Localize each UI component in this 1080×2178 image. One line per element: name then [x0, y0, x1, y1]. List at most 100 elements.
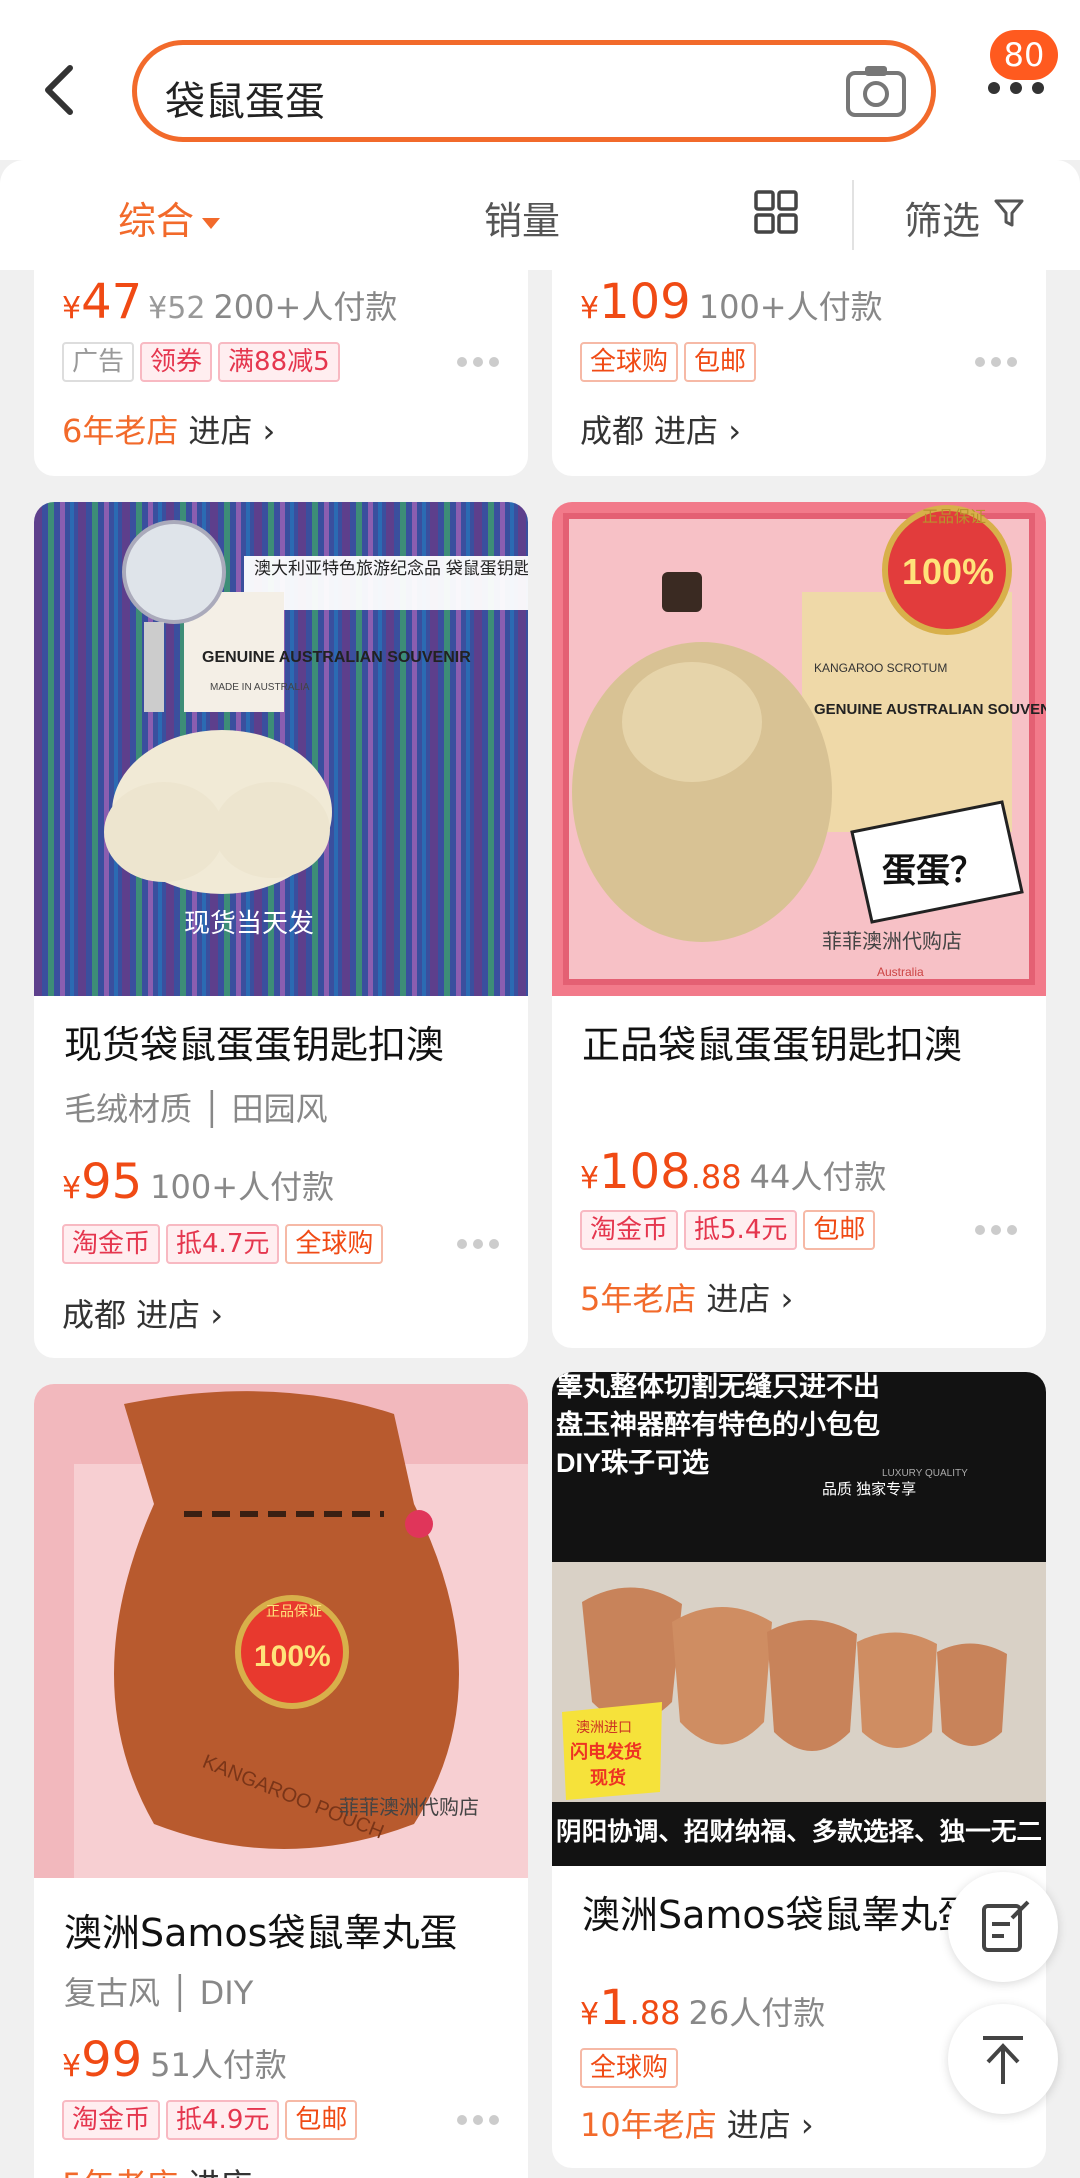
image-quality-en: LUXURY QUALITY	[882, 1468, 968, 1479]
shop-age: 5年老店	[580, 1280, 697, 1318]
price-decimal: .88	[629, 1994, 681, 2032]
shop-name: 成都	[580, 412, 645, 450]
sales-count: 51人付款	[150, 2046, 287, 2084]
product-attributes: 复古风 │ DIY	[64, 1974, 254, 2012]
filter-funnel-icon[interactable]	[994, 198, 1024, 228]
free-shipping-tag: 包邮	[803, 1210, 876, 1250]
image-tag-label-1: KANGAROO SCROTUM	[814, 661, 947, 675]
shop-row[interactable]: 5年老店进店 ›	[580, 1274, 793, 1320]
product-title[interactable]: 澳洲Samos袋鼠睾丸蛋	[582, 1884, 975, 1939]
image-label-1: GENUINE AUSTRALIAN SOUVENIR	[202, 649, 471, 666]
edit-note-icon	[982, 1900, 1030, 1952]
image-badge-1: 澳洲进口	[576, 1719, 632, 1735]
image-seal-top: 正品保证	[922, 508, 986, 526]
more-dots-icon[interactable]	[974, 356, 1018, 368]
more-options-icon[interactable]	[986, 78, 1046, 98]
sales-count: 26人付款	[688, 1994, 826, 2032]
deduct-tag: 抵4.9元	[166, 2100, 280, 2140]
product-title[interactable]: 澳洲Samos袋鼠睾丸蛋	[64, 1902, 457, 1957]
enter-shop-link[interactable]: 进店 ›	[654, 412, 741, 450]
product-title[interactable]: 现货袋鼠蛋蛋钥匙扣澳	[64, 1014, 444, 1069]
free-shipping-tag: 包邮	[684, 342, 757, 382]
image-logo-text: Australia	[877, 965, 924, 979]
enter-shop-link[interactable]: 进店 ›	[188, 412, 275, 450]
free-shipping-tag: 包邮	[285, 2100, 358, 2140]
currency-symbol: ¥	[580, 1997, 600, 2032]
deduct-tag: 抵4.7元	[166, 1224, 280, 1264]
product-card[interactable]: 正品保证 100% KANGAROO POUCH 菲菲澳洲代购店 澳洲Samos…	[34, 1384, 528, 2178]
more-dots-icon[interactable]	[456, 2114, 500, 2126]
image-label-2: MADE IN AUSTRALIA	[210, 682, 310, 693]
caret-down-icon	[202, 218, 221, 229]
enter-shop-link[interactable]: 进店 ›	[727, 2106, 814, 2144]
product-image[interactable]: 正品保证 100% KANGAROO POUCH 菲菲澳洲代购店	[34, 1384, 528, 1878]
global-tag: 全球购	[580, 342, 679, 382]
back-arrow-icon[interactable]	[40, 60, 80, 120]
more-dots-icon[interactable]	[974, 1224, 1018, 1236]
coupon-tag: 领券	[140, 342, 213, 382]
sort-comprehensive-label: 综合	[118, 199, 195, 243]
shop-row[interactable]: 成都 进店 ›	[580, 406, 741, 452]
shop-row[interactable]: 5年老店进店 ›	[62, 2160, 275, 2178]
product-image[interactable]: 正品保证 100% KANGAROO SCROTUM GENUINE AUSTR…	[552, 502, 1046, 996]
sort-comprehensive[interactable]: 综合	[118, 190, 221, 245]
search-query[interactable]: 袋鼠蛋蛋	[165, 69, 325, 127]
grid-view-icon[interactable]	[754, 190, 798, 234]
enter-shop-link[interactable]: 进店 ›	[136, 1296, 223, 1334]
sales-count: 100+人付款	[150, 1168, 335, 1206]
image-banner-text: 澳大利亚特色旅游纪念品 袋鼠蛋钥匙扣	[254, 558, 528, 578]
tag-row: 全球购 包邮	[580, 342, 762, 382]
product-image[interactable]: 睾丸整体切割无缝只进不出 盘玉神器醉有特色的小包包 DIY珠子可选 品质 独家专…	[552, 1372, 1046, 1866]
search-input[interactable]: 袋鼠蛋蛋	[132, 40, 936, 142]
image-tag-label-2: GENUINE AUSTRALIAN SOUVENIR	[814, 701, 1046, 718]
sales-count: 100+人付款	[698, 288, 883, 326]
currency-symbol: ¥	[62, 2049, 82, 2084]
price: 108	[599, 1144, 691, 1200]
product-image[interactable]: 澳大利亚特色旅游纪念品 袋鼠蛋钥匙扣 GENUINE AUSTRALIAN SO…	[34, 502, 528, 996]
product-attributes: 毛绒材质 │ 田园风	[64, 1090, 328, 1128]
sort-sales[interactable]: 销量	[484, 190, 560, 245]
deduct-tag: 抵5.4元	[684, 1210, 798, 1250]
coin-tag: 淘金币	[62, 1224, 161, 1264]
enter-shop-link[interactable]: 进店 ›	[188, 2166, 275, 2178]
image-footer-text: 阴阳协调、招财纳福、多款选择、独一无二	[556, 1817, 1042, 1846]
more-dots-icon[interactable]	[456, 1238, 500, 1250]
shop-row[interactable]: 6年老店 进店 ›	[62, 406, 275, 452]
currency-symbol: ¥	[580, 291, 600, 326]
price-row: ¥1.88 26人付款	[580, 1980, 825, 2036]
enter-shop-link[interactable]: 进店 ›	[706, 1280, 793, 1318]
coin-tag: 淘金币	[580, 1210, 679, 1250]
original-price: ¥52	[148, 291, 206, 326]
product-card[interactable]: 澳大利亚特色旅游纪念品 袋鼠蛋钥匙扣 GENUINE AUSTRALIAN SO…	[34, 502, 528, 1358]
price-row: ¥99 51人付款	[62, 2032, 287, 2088]
product-card[interactable]: ¥109 100+人付款 全球购 包邮 成都 进店 ›	[552, 270, 1046, 476]
edit-fab-button[interactable]	[948, 1872, 1058, 1982]
tag-row: 淘金币 抵4.9元 包邮	[62, 2100, 363, 2140]
shop-name: 成都	[62, 1296, 127, 1334]
tag-row: 淘金币 抵4.7元 全球购	[62, 1224, 389, 1264]
image-headline-3: DIY珠子可选	[556, 1448, 709, 1478]
price-row: ¥95 100+人付款	[62, 1154, 334, 1210]
currency-symbol: ¥	[62, 1171, 82, 1206]
product-card[interactable]: ¥47 ¥52 200+人付款 广告 领券 满88减5 6年老店 进店 ›	[34, 270, 528, 476]
shop-row[interactable]: 10年老店 进店 ›	[580, 2100, 814, 2146]
price-row: ¥108.88 44人付款	[580, 1144, 886, 1200]
sort-filter[interactable]: 筛选	[904, 190, 980, 245]
back-to-top-button[interactable]	[948, 2004, 1058, 2114]
tag-row: 淘金币 抵5.4元 包邮	[580, 1210, 881, 1250]
image-badge-2: 闪电发货	[570, 1741, 642, 1762]
image-seal-percent: 100%	[254, 1640, 331, 1673]
product-title[interactable]: 正品袋鼠蛋蛋钥匙扣澳	[582, 1014, 962, 1069]
sales-count: 44人付款	[749, 1158, 887, 1196]
notification-badge: 80	[990, 30, 1058, 80]
more-dots-icon[interactable]	[456, 356, 500, 368]
image-shop-watermark: 菲菲澳洲代购店	[822, 930, 962, 953]
camera-icon[interactable]	[845, 63, 907, 119]
price-decimal: .88	[690, 1158, 742, 1196]
image-caption: 现货当天发	[184, 908, 314, 938]
shop-row[interactable]: 成都 进店 ›	[62, 1290, 223, 1336]
global-tag: 全球购	[285, 1224, 384, 1264]
product-card[interactable]: 正品保证 100% KANGAROO SCROTUM GENUINE AUSTR…	[552, 502, 1046, 1348]
image-sticker-text: 蛋蛋？	[882, 852, 984, 890]
shop-age: 5年老店	[62, 2166, 178, 2178]
